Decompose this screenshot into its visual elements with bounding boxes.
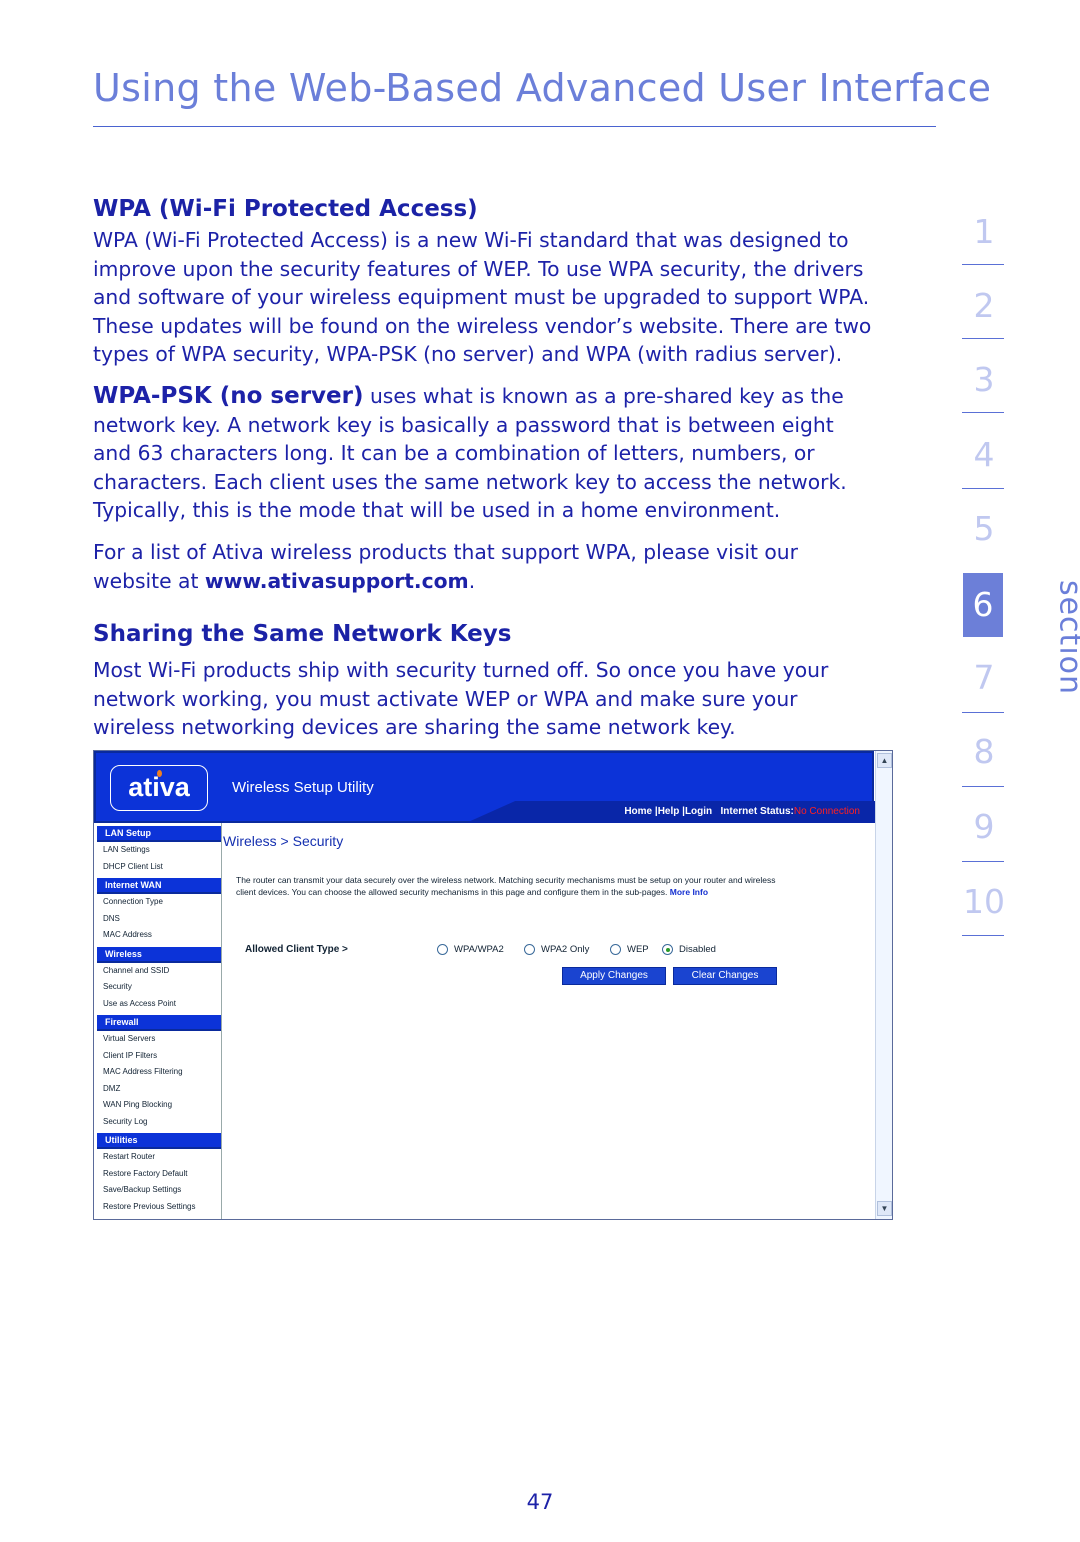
top-nav: Home |Help |Login Internet Status:No Con…	[624, 806, 860, 817]
text-span: uses what is known as a pre-shared key a…	[363, 384, 844, 408]
paragraph-products: For a list of Ativa wireless products th…	[93, 538, 798, 595]
breadcrumb: Wireless > Security	[223, 833, 344, 849]
clear-changes-button[interactable]: Clear Changes	[673, 967, 777, 985]
text-line: network key. A network key is basically …	[93, 412, 834, 437]
scroll-up-icon[interactable]: ▲	[877, 753, 892, 768]
sidebar-item[interactable]: Security Log	[97, 1114, 221, 1131]
section-tab[interactable]: 10	[962, 882, 1006, 921]
radio-wep[interactable]: WEP	[610, 944, 649, 955]
tab-divider	[962, 264, 1004, 265]
sidebar-group-header[interactable]: Utilities	[97, 1133, 221, 1149]
heading-wpa: WPA (Wi-Fi Protected Access)	[93, 196, 478, 222]
paragraph-wpa-psk: WPA-PSK (no server) uses what is known a…	[93, 382, 847, 525]
status-label: Internet Status:	[720, 806, 794, 817]
sidebar-item[interactable]: Restore Previous Settings	[97, 1199, 221, 1216]
client-type-label: Allowed Client Type >	[245, 944, 348, 955]
tab-divider	[962, 712, 1004, 713]
sidebar-item[interactable]: DMZ	[97, 1081, 221, 1098]
section-tab[interactable]: 1	[962, 212, 1006, 251]
sidebar-item[interactable]: MAC Address Filtering	[97, 1064, 221, 1081]
text-line: For a list of Ativa wireless products th…	[93, 540, 798, 564]
section-label: section	[1052, 579, 1080, 696]
section-tab[interactable]: 5	[962, 509, 1006, 548]
scrollbar[interactable]: ▲ ▼	[875, 751, 892, 1219]
sidebar-item[interactable]: Connection Type	[97, 894, 221, 911]
sidebar-item[interactable]: Save/Backup Settings	[97, 1182, 221, 1199]
text-span: .	[468, 568, 476, 593]
page-number: 47	[526, 1490, 554, 1514]
nav-help[interactable]: |Help	[655, 806, 679, 817]
tab-divider	[962, 338, 1004, 339]
title-rule	[93, 126, 936, 127]
sidebar-item[interactable]: Virtual Servers	[97, 1031, 221, 1048]
text-line: wireless networking devices are sharing …	[93, 715, 736, 740]
section-tab[interactable]: 2	[962, 286, 1006, 325]
section-tab[interactable]: 3	[962, 360, 1006, 399]
text-line: Most Wi-Fi products ship with security t…	[93, 658, 829, 682]
section-tab[interactable]: 4	[962, 435, 1006, 474]
radio-circle-selected[interactable]	[662, 944, 673, 955]
section-tab-active[interactable]: 6	[963, 573, 1003, 637]
text-span: website at	[93, 568, 205, 593]
text-line: and software of your wireless equipment …	[93, 285, 870, 310]
radio-circle[interactable]	[437, 944, 448, 955]
text-line: Typically, this is the mode that will be…	[93, 498, 781, 523]
app-title: Wireless Setup Utility	[232, 779, 374, 796]
paragraph-sharing: Most Wi-Fi products ship with security t…	[93, 656, 828, 742]
text-line: These updates will be found on the wirel…	[93, 313, 872, 338]
sidebar-item[interactable]: Restore Factory Default	[97, 1166, 221, 1183]
heading-sharing: Sharing the Same Network Keys	[93, 621, 512, 647]
tab-divider	[962, 488, 1004, 489]
sidebar-group-header[interactable]: LAN Setup	[97, 826, 221, 842]
apply-changes-button[interactable]: Apply Changes	[562, 967, 666, 985]
radio-wpa2-only[interactable]: WPA2 Only	[524, 944, 589, 955]
sidebar-group-header[interactable]: Firewall	[97, 1015, 221, 1031]
sidebar-item[interactable]: Client IP Filters	[97, 1048, 221, 1065]
sidebar-item[interactable]: Use as Access Point	[97, 996, 221, 1013]
router-sidebar: LAN Setup LAN Settings DHCP Client List Int…	[97, 823, 222, 1219]
tab-divider	[962, 935, 1004, 936]
sidebar-group-header[interactable]: Wireless	[97, 946, 221, 963]
radio-disabled[interactable]: Disabled	[662, 944, 716, 955]
tab-divider	[962, 412, 1004, 413]
sidebar-item[interactable]: LAN Settings	[97, 842, 221, 859]
text-line: and 63 characters long. It can be a comb…	[93, 441, 815, 466]
router-header: ativa Wireless Setup Utility Home |Help …	[94, 751, 876, 823]
page-title: Using the Web-Based Advanced User Interf…	[93, 66, 992, 110]
sidebar-item[interactable]: WAN Ping Blocking	[97, 1097, 221, 1114]
support-link[interactable]: www.ativasupport.com	[205, 569, 469, 593]
sidebar-item[interactable]: DHCP Client List	[97, 859, 221, 876]
section-tab[interactable]: 8	[962, 732, 1006, 771]
tab-divider	[962, 786, 1004, 787]
section-tab[interactable]: 7	[962, 658, 1006, 697]
sidebar-item[interactable]: DNS	[97, 911, 221, 928]
text-line: network working, you must activate WEP o…	[93, 686, 798, 711]
nav-home[interactable]: Home	[624, 806, 652, 817]
text-line: characters. Each client uses the same ne…	[93, 469, 847, 494]
sidebar-group-header[interactable]: Internet WAN	[97, 878, 221, 894]
text-line: WPA (Wi-Fi Protected Access) is a new Wi…	[93, 228, 849, 252]
sidebar-item[interactable]: Security	[97, 979, 221, 996]
radio-circle[interactable]	[524, 944, 535, 955]
text-line: improve upon the security features of WE…	[93, 256, 864, 281]
sidebar-item[interactable]: Channel and SSID	[97, 963, 221, 980]
more-info-link[interactable]: More Info	[670, 887, 708, 897]
sidebar-item[interactable]: MAC Address	[97, 927, 221, 944]
text-line: types of WPA security, WPA-PSK (no serve…	[93, 342, 843, 367]
status-value: No Connection	[793, 806, 860, 817]
term-wpa-psk: WPA-PSK (no server)	[93, 383, 364, 409]
radio-circle[interactable]	[610, 944, 621, 955]
router-ui-screenshot: ativa Wireless Setup Utility Home |Help …	[93, 750, 893, 1220]
ativa-logo: ativa	[110, 765, 208, 811]
sidebar-item[interactable]: Restart Router	[97, 1149, 221, 1166]
scroll-down-icon[interactable]: ▼	[877, 1201, 892, 1216]
security-description: The router can transmit your data secure…	[236, 875, 776, 897]
sidebar-item[interactable]: Firmware Update	[97, 1215, 221, 1219]
section-tab[interactable]: 9	[962, 807, 1006, 846]
radio-wpa-wpa2[interactable]: WPA/WPA2	[437, 944, 504, 955]
tab-divider	[962, 861, 1004, 862]
nav-login[interactable]: |Login	[682, 806, 712, 817]
paragraph-wpa: WPA (Wi-Fi Protected Access) is a new Wi…	[93, 226, 871, 369]
